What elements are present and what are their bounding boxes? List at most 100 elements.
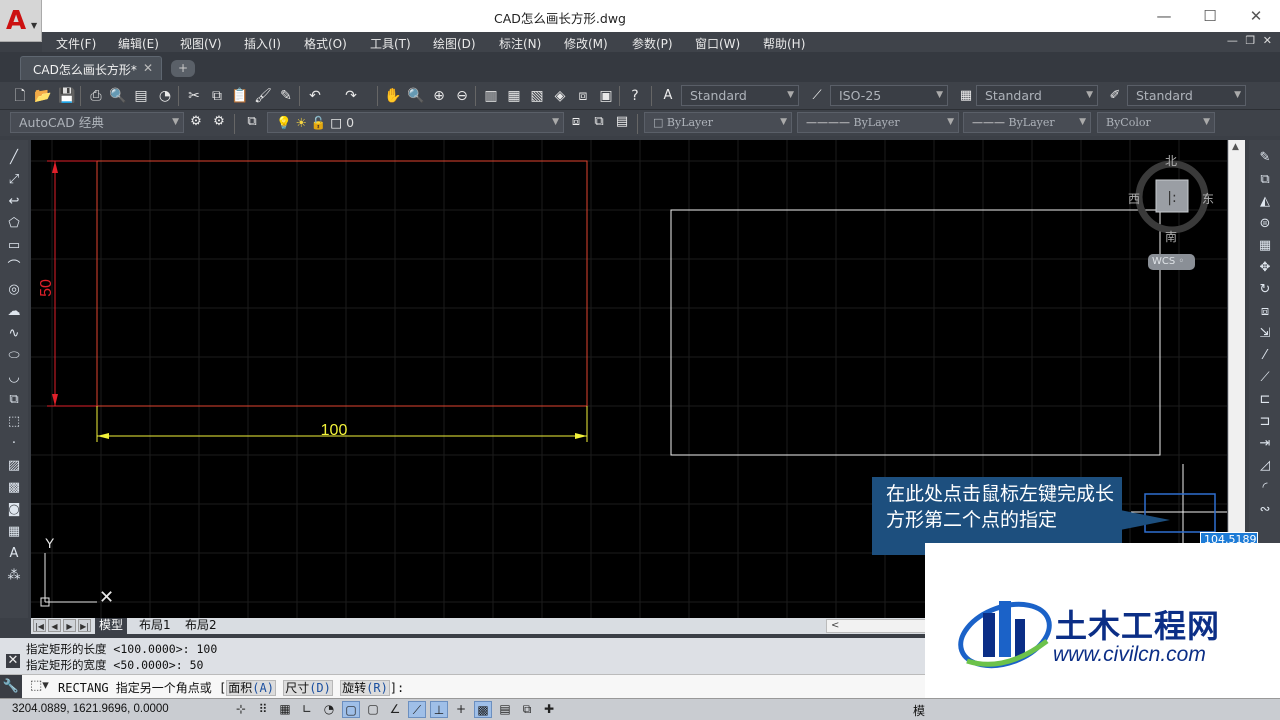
viewcube-south[interactable]: 南 — [1165, 228, 1177, 245]
ellipse-icon[interactable]: ⬭ — [4, 346, 24, 366]
rectangle-icon[interactable]: ▭ — [4, 236, 24, 256]
region-icon[interactable]: ◙ — [4, 500, 24, 520]
match-properties-icon[interactable]: 🖌 — [254, 87, 272, 105]
paste-icon[interactable]: 📋 — [231, 87, 249, 105]
dynamic-input-icon[interactable]: ⊥ — [430, 701, 448, 718]
menu-draw[interactable]: 绘图(D) — [433, 35, 476, 52]
ortho-mode-icon[interactable]: ∟ — [298, 701, 316, 718]
grid-display-icon[interactable]: ▦ — [276, 701, 294, 718]
revision-cloud-icon[interactable]: ☁ — [4, 302, 24, 322]
tab-model[interactable]: 模型 — [95, 618, 128, 634]
print-preview-icon[interactable]: 🔍 — [109, 87, 127, 105]
annotation-monitor-icon[interactable]: ✚ — [540, 701, 558, 718]
copy-object-icon[interactable]: ⧉ — [1255, 170, 1275, 190]
coordinates-readout[interactable]: 3204.0889, 1621.9696, 0.0000 — [12, 703, 169, 715]
move-icon[interactable]: ✥ — [1255, 258, 1275, 278]
point-icon[interactable]: · — [4, 434, 24, 454]
zoom-realtime-icon[interactable]: 🔍 — [407, 87, 425, 105]
ellipse-arc-icon[interactable]: ◡ — [4, 368, 24, 388]
workspace-select[interactable]: AutoCAD 经典 ▼ — [10, 112, 184, 133]
3d-dwf-icon[interactable]: ◔ — [156, 87, 174, 105]
erase-icon[interactable]: ✎ — [1255, 148, 1275, 168]
viewcube-west[interactable]: 西 — [1128, 190, 1140, 207]
circle-icon[interactable]: ◎ — [4, 280, 24, 300]
make-block-icon[interactable]: ⬚ — [4, 412, 24, 432]
pan-icon[interactable]: ✋ — [384, 87, 402, 105]
calculator-icon[interactable]: ▣ — [597, 87, 615, 105]
break-at-point-icon[interactable]: ⊏ — [1255, 390, 1275, 410]
option-area[interactable]: 面积(A) — [226, 680, 276, 696]
stretch-icon[interactable]: ⇲ — [1255, 324, 1275, 344]
close-icon[interactable]: ✕ — [143, 61, 153, 75]
tool-palettes-icon[interactable]: ▧ — [528, 87, 546, 105]
object-snap-icon[interactable]: ▢ — [342, 701, 360, 718]
menu-modify[interactable]: 修改(M) — [564, 35, 608, 52]
construction-line-icon[interactable]: ⤢ — [4, 170, 24, 190]
help-icon[interactable]: ? — [626, 87, 644, 105]
properties-icon[interactable]: ▥ — [482, 87, 500, 105]
mleader-style-select[interactable]: Standard ▼ — [1127, 85, 1246, 106]
gear-icon[interactable]: ⚙ — [186, 112, 206, 132]
lineweight-select[interactable]: ——— ByLayer ▼ — [963, 112, 1091, 133]
rectangle-dimensioned[interactable] — [96, 160, 588, 407]
line-icon[interactable]: ╱ — [4, 148, 24, 168]
menu-help[interactable]: 帮助(H) — [763, 35, 805, 52]
maximize-button[interactable]: ☐ — [1187, 4, 1233, 28]
document-window-controls[interactable]: — ❐ ✕ — [1227, 34, 1274, 47]
linetype-select[interactable]: ———— ByLayer ▼ — [797, 112, 959, 133]
menu-view[interactable]: 视图(V) — [180, 35, 222, 52]
text-style-icon[interactable]: A — [658, 86, 678, 106]
sheet-set-icon[interactable]: ◈ — [551, 87, 569, 105]
undo-icon[interactable]: ↶ — [306, 87, 324, 105]
polar-tracking-icon[interactable]: ◔ — [320, 701, 338, 718]
object-snap-tracking-icon[interactable]: ∠ — [386, 701, 404, 718]
transparency-icon[interactable]: ▩ — [474, 701, 492, 718]
new-tab-button[interactable]: + — [171, 60, 195, 77]
layer-select[interactable]: 💡 ☀ 🔓 □ 0 ▼ — [267, 112, 564, 133]
fillet-icon[interactable]: ◜ — [1255, 478, 1275, 498]
viewcube-east[interactable]: 东 — [1202, 190, 1214, 207]
prev-layout-icon[interactable]: ◀ — [48, 619, 61, 632]
new-file-icon[interactable]: 🗋 — [11, 87, 29, 105]
gradient-icon[interactable]: ▩ — [4, 478, 24, 498]
rotate-icon[interactable]: ↻ — [1255, 280, 1275, 300]
menu-format[interactable]: 格式(O) — [304, 35, 347, 52]
redo-icon[interactable]: ↷ — [342, 87, 360, 105]
quick-properties-icon[interactable]: ▤ — [496, 701, 514, 718]
print-icon[interactable]: ⎙ — [87, 87, 105, 105]
markup-icon[interactable]: ⧈ — [574, 87, 592, 105]
menu-tools[interactable]: 工具(T) — [370, 35, 411, 52]
offset-icon[interactable]: ⊜ — [1255, 214, 1275, 234]
option-dimensions[interactable]: 尺寸(D) — [283, 680, 333, 696]
command-line[interactable]: 🔧 ⬚▾ RECTANG 指定另一个角点或 [面积(A) 尺寸(D) 旋转(R)… — [0, 674, 925, 699]
trim-icon[interactable]: ⁄ — [1255, 346, 1275, 366]
tab-layout2[interactable]: 布局2 — [181, 618, 221, 634]
scale-icon[interactable]: ⧈ — [1255, 302, 1275, 322]
layer-state-icon[interactable]: ▤ — [612, 112, 632, 132]
rectangle-preview[interactable] — [670, 209, 1161, 456]
cut-icon[interactable]: ✂ — [185, 87, 203, 105]
layer-previous-icon[interactable]: ⧉ — [589, 112, 609, 132]
zoom-previous-icon[interactable]: ⊖ — [453, 87, 471, 105]
menu-dimension[interactable]: 标注(N) — [499, 35, 541, 52]
table-style-select[interactable]: Standard ▼ — [976, 85, 1098, 106]
menu-window[interactable]: 窗口(W) — [695, 35, 740, 52]
workspace-settings-icon[interactable]: ⚙ — [209, 112, 229, 132]
break-icon[interactable]: ⊐ — [1255, 412, 1275, 432]
add-selected-icon[interactable]: ⁂ — [4, 566, 24, 586]
menu-edit[interactable]: 编辑(E) — [118, 35, 159, 52]
block-editor-icon[interactable]: ✎ — [277, 87, 295, 105]
tab-layout1[interactable]: 布局1 — [135, 618, 175, 634]
3d-object-snap-icon[interactable]: ▢ — [364, 701, 382, 718]
polyline-icon[interactable]: ↩ — [4, 192, 24, 212]
close-button[interactable]: ✕ — [1233, 4, 1279, 28]
make-current-layer-icon[interactable]: ⧈ — [566, 112, 586, 132]
design-center-icon[interactable]: ▦ — [505, 87, 523, 105]
open-file-icon[interactable]: 📂 — [34, 87, 52, 105]
close-icon[interactable]: ✕ — [6, 654, 20, 668]
infer-constraints-icon[interactable]: ⊹ — [232, 701, 250, 718]
wcs-menu[interactable]: WCS ◦ — [1148, 254, 1195, 270]
extend-icon[interactable]: ⟋ — [1255, 368, 1275, 388]
mleader-style-icon[interactable]: ✐ — [1105, 86, 1125, 106]
spline-icon[interactable]: ∿ — [4, 324, 24, 344]
